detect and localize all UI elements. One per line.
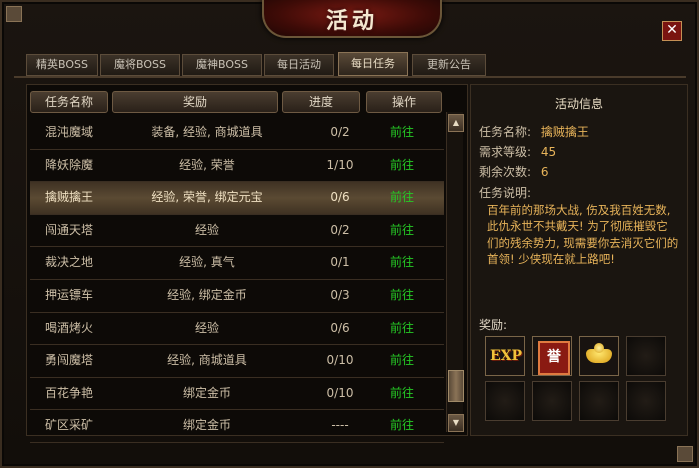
empty-reward-slot [532, 381, 572, 421]
task-reward: 绑定金币 [182, 385, 231, 400]
tab-update-notice[interactable]: 更新公告 [412, 54, 486, 76]
gold-ingot-icon [586, 343, 612, 363]
close-button[interactable]: ✕ [662, 21, 682, 41]
table-row[interactable]: 降妖除魔 经验, 荣誉 1/10 前往 [30, 150, 444, 183]
empty-reward-slot [626, 381, 666, 421]
task-table: 任务名称 奖励 进度 操作 混沌魔域 装备, 经验, 商城道具 0/2 前往 降… [26, 84, 468, 443]
go-button[interactable]: 前往 [352, 410, 452, 441]
info-remaining-label: 剩余次数: [479, 165, 532, 179]
task-reward: 装备, 经验, 商城道具 [151, 125, 263, 139]
go-button[interactable]: 前往 [352, 280, 452, 311]
empty-reward-slot [579, 381, 619, 421]
frame-corner-ornament [6, 6, 22, 22]
task-reward: 经验, 绑定金币 [167, 287, 247, 302]
tab-demon-god-boss[interactable]: 魔神BOSS [182, 54, 262, 76]
tab-daily-activity[interactable]: 每日活动 [264, 54, 334, 76]
scroll-thumb[interactable] [448, 370, 464, 402]
header-task-name: 任务名称 [30, 91, 108, 113]
info-level: 需求等级: 45 [479, 143, 556, 160]
task-name: 矿区采矿 [44, 418, 93, 433]
go-button[interactable]: 前往 [352, 378, 452, 409]
table-row[interactable]: 喝酒烤火 经验 0/6 前往 [30, 313, 444, 346]
table-row[interactable]: 押运镖车 经验, 绑定金币 0/3 前往 [30, 280, 444, 313]
window-title: 活动 [325, 8, 378, 34]
tab-daily-task[interactable]: 每日任务 [338, 52, 408, 76]
table-row[interactable]: 百花争艳 绑定金币 0/10 前往 [30, 378, 444, 411]
go-button[interactable]: 前往 [352, 215, 452, 246]
info-title: 活动信息 [554, 97, 603, 111]
info-desc-label: 任务说明: [479, 186, 532, 200]
task-reward: 经验, 荣誉 [179, 157, 235, 172]
info-level-value: 45 [540, 145, 557, 159]
table-scrollbar[interactable]: ▲ ▼ [446, 112, 464, 432]
header-progress: 进度 [282, 91, 360, 113]
task-name: 裁决之地 [44, 255, 93, 270]
task-name: 混沌魔域 [44, 125, 93, 139]
task-name: 百花争艳 [44, 385, 93, 400]
go-button[interactable]: 前往 [352, 150, 452, 181]
go-button[interactable]: 前往 [352, 182, 452, 213]
go-button[interactable]: 前往 [352, 117, 452, 148]
empty-reward-slot [626, 336, 666, 376]
table-row[interactable]: 矿区采矿 绑定金币 ---- 前往 [30, 410, 444, 443]
header-action: 操作 [366, 91, 442, 113]
go-button[interactable]: 前往 [352, 313, 452, 344]
activity-info-panel: 活动信息 任务名称: 擒贼擒王 需求等级: 45 剩余次数: 6 任务说明: 百… [470, 84, 688, 436]
task-name: 喝酒烤火 [44, 320, 93, 335]
go-button[interactable]: 前往 [352, 247, 452, 278]
window-title-plate: 活动 [262, 0, 442, 38]
info-remaining: 剩余次数: 6 [479, 163, 549, 180]
task-name: 闯通天塔 [44, 222, 93, 237]
reward-label: 奖励: [479, 318, 508, 332]
info-description: 百年前的那场大战, 伤及我百姓无数, 此仇永世不共戴天! 为了彻底摧毁它们的残余… [487, 203, 679, 266]
table-row-selected[interactable]: 擒贼擒王 经验, 荣誉, 绑定元宝 0/6 前往 [30, 182, 444, 215]
info-level-label: 需求等级: [479, 145, 532, 159]
frame-corner-ornament [677, 446, 693, 462]
task-reward: 绑定金币 [182, 418, 231, 433]
task-reward: 经验 [194, 222, 219, 237]
header-reward: 奖励 [112, 91, 278, 113]
table-row[interactable]: 勇闯魔塔 经验, 商城道具 0/10 前往 [30, 345, 444, 378]
task-reward: 经验 [194, 320, 219, 335]
table-row[interactable]: 裁决之地 经验, 真气 0/1 前往 [30, 247, 444, 280]
go-button[interactable]: 前往 [352, 345, 452, 376]
task-name: 勇闯魔塔 [44, 353, 93, 368]
empty-reward-slot [485, 381, 525, 421]
reward-slot[interactable]: EXP [485, 336, 525, 376]
tab-demon-general-boss[interactable]: 魔将BOSS [100, 54, 180, 76]
task-name: 降妖除魔 [44, 157, 93, 172]
info-task-name: 任务名称: 擒贼擒王 [479, 123, 589, 140]
info-task-name-label: 任务名称: [479, 125, 532, 139]
info-remaining-value: 6 [540, 165, 549, 179]
task-reward: 经验, 荣誉, 绑定元宝 [151, 190, 263, 205]
table-row[interactable]: 混沌魔域 装备, 经验, 商城道具 0/2 前往 [30, 117, 444, 150]
task-reward: 经验, 商城道具 [167, 353, 247, 368]
task-name: 押运镖车 [44, 287, 93, 302]
reward-slot[interactable]: 誉 [532, 336, 572, 376]
table-row[interactable]: 闯通天塔 经验 0/2 前往 [30, 215, 444, 248]
task-rows: 混沌魔域 装备, 经验, 商城道具 0/2 前往 降妖除魔 经验, 荣誉 1/1… [30, 117, 444, 443]
info-task-name-value: 擒贼擒王 [540, 125, 589, 139]
exp-icon: EXP [490, 348, 523, 364]
scroll-down-button[interactable]: ▼ [448, 414, 464, 432]
activity-window: 活动 ✕ 精英BOSS 魔将BOSS 魔神BOSS 每日活动 每日任务 更新公告… [0, 0, 699, 468]
tab-divider [14, 76, 686, 78]
honor-medal-icon: 誉 [538, 341, 570, 375]
task-name: 擒贼擒王 [44, 190, 93, 205]
reward-slot[interactable] [579, 336, 619, 376]
tab-elite-boss[interactable]: 精英BOSS [26, 54, 98, 76]
scroll-up-button[interactable]: ▲ [448, 114, 464, 132]
task-reward: 经验, 真气 [179, 255, 235, 270]
